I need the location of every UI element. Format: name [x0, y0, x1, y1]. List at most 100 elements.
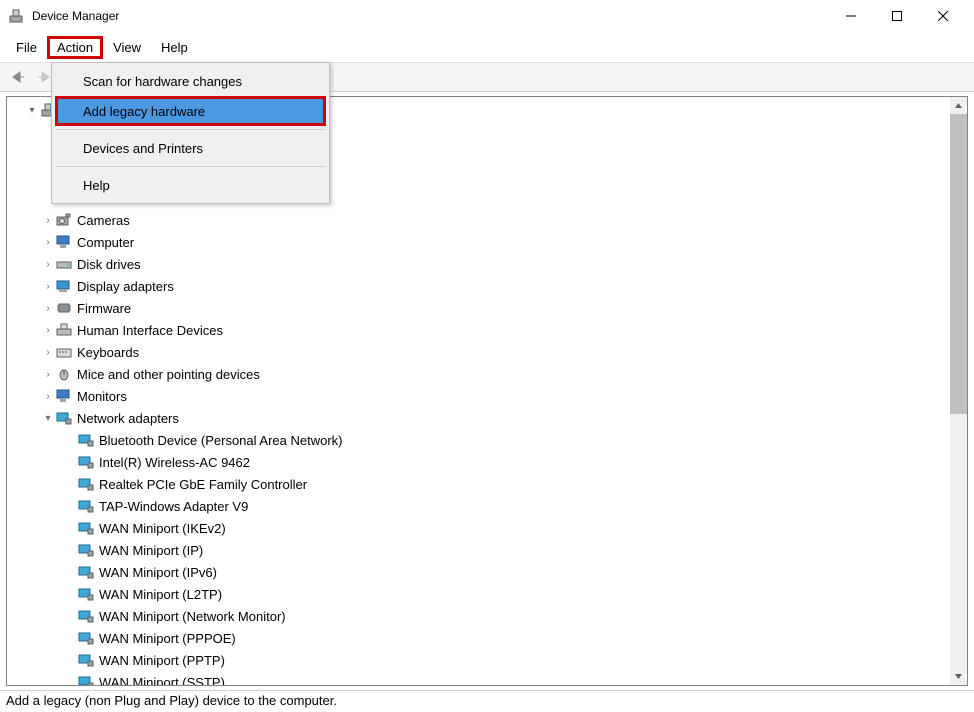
monitor-icon [55, 388, 73, 404]
tree-label: Cameras [77, 213, 130, 228]
tree-cat-monitors[interactable]: › Monitors [9, 385, 967, 407]
tree-item-network-device[interactable]: Intel(R) Wireless-AC 9462 [9, 451, 967, 473]
chevron-right-icon[interactable]: › [41, 237, 55, 248]
network-adapter-icon [77, 586, 95, 602]
tree-label: Keyboards [77, 345, 139, 360]
tree-label: WAN Miniport (SSTP) [99, 675, 225, 687]
chevron-right-icon[interactable]: › [41, 391, 55, 402]
menu-action[interactable]: Action [47, 36, 103, 59]
chevron-right-icon[interactable]: › [41, 215, 55, 226]
network-adapter-icon [55, 410, 73, 426]
tree-cat-firmware[interactable]: › Firmware [9, 297, 967, 319]
tree-label: Mice and other pointing devices [77, 367, 260, 382]
tree-item-network-device[interactable]: WAN Miniport (SSTP) [9, 671, 967, 686]
window-controls [828, 0, 966, 32]
tree-cat-mice[interactable]: › Mice and other pointing devices [9, 363, 967, 385]
firmware-icon [55, 300, 73, 316]
menubar: File Action View Help [0, 32, 974, 62]
mouse-icon [55, 366, 73, 382]
close-button[interactable] [920, 0, 966, 32]
network-adapter-icon [77, 476, 95, 492]
chevron-right-icon[interactable]: › [41, 259, 55, 270]
tree-item-network-device[interactable]: WAN Miniport (L2TP) [9, 583, 967, 605]
scroll-down-arrow[interactable] [950, 668, 967, 685]
chevron-right-icon[interactable]: › [41, 325, 55, 336]
tree-label: WAN Miniport (PPTP) [99, 653, 225, 668]
app-icon [8, 8, 24, 24]
tree-label: Display adapters [77, 279, 174, 294]
tree-label: Bluetooth Device (Personal Area Network) [99, 433, 343, 448]
network-adapter-icon [77, 564, 95, 580]
maximize-button[interactable] [874, 0, 920, 32]
menu-help[interactable]: Help [151, 36, 198, 59]
network-adapter-icon [77, 498, 95, 514]
tree-item-network-device[interactable]: WAN Miniport (IP) [9, 539, 967, 561]
tree-label: Human Interface Devices [77, 323, 223, 338]
menu-devices-printers[interactable]: Devices and Printers [55, 133, 326, 163]
tree-item-network-device[interactable]: WAN Miniport (PPTP) [9, 649, 967, 671]
network-adapter-icon [77, 608, 95, 624]
network-adapter-icon [77, 652, 95, 668]
action-menu-dropdown: Scan for hardware changes Add legacy har… [51, 62, 330, 204]
menu-sep [56, 166, 325, 167]
chevron-right-icon[interactable]: › [41, 303, 55, 314]
network-adapter-icon [77, 520, 95, 536]
tree-label: Disk drives [77, 257, 141, 272]
disk-icon [55, 256, 73, 272]
menu-add-legacy-hardware[interactable]: Add legacy hardware [55, 96, 326, 126]
tree-label: WAN Miniport (L2TP) [99, 587, 222, 602]
tree-label: Firmware [77, 301, 131, 316]
tree-label: Computer [77, 235, 134, 250]
menu-sep [56, 129, 325, 130]
tree-label: TAP-Windows Adapter V9 [99, 499, 248, 514]
computer-icon [55, 234, 73, 250]
camera-icon [55, 212, 73, 228]
titlebar: Device Manager [0, 0, 974, 32]
chevron-right-icon[interactable]: › [41, 369, 55, 380]
menu-scan-hardware[interactable]: Scan for hardware changes [55, 66, 326, 96]
chevron-right-icon[interactable]: › [41, 281, 55, 292]
tree-item-network-device[interactable]: Bluetooth Device (Personal Area Network) [9, 429, 967, 451]
chevron-down-icon[interactable]: ▾ [41, 413, 55, 424]
scroll-thumb[interactable] [950, 114, 967, 414]
menu-view[interactable]: View [103, 36, 151, 59]
tree-label: WAN Miniport (Network Monitor) [99, 609, 286, 624]
network-adapter-icon [77, 630, 95, 646]
network-adapter-icon [77, 454, 95, 470]
tree-label: Network adapters [77, 411, 179, 426]
tree-label: WAN Miniport (IKEv2) [99, 521, 226, 536]
tree-item-network-device[interactable]: WAN Miniport (PPPOE) [9, 627, 967, 649]
tree-cat-computer[interactable]: › Computer [9, 231, 967, 253]
network-adapter-icon [77, 432, 95, 448]
tree-label: WAN Miniport (PPPOE) [99, 631, 236, 646]
keyboard-icon [55, 344, 73, 360]
tree-cat-keyboards[interactable]: › Keyboards [9, 341, 967, 363]
tree-label: WAN Miniport (IPv6) [99, 565, 217, 580]
statusbar: Add a legacy (non Plug and Play) device … [0, 690, 974, 712]
minimize-button[interactable] [828, 0, 874, 32]
menu-file[interactable]: File [6, 36, 47, 59]
back-button[interactable] [6, 65, 30, 89]
tree-item-network-device[interactable]: WAN Miniport (Network Monitor) [9, 605, 967, 627]
network-adapter-icon [77, 674, 95, 686]
tree-cat-display[interactable]: › Display adapters [9, 275, 967, 297]
chevron-down-icon[interactable]: ▾ [25, 105, 39, 116]
tree-cat-cameras[interactable]: › Cameras [9, 209, 967, 231]
menu-help[interactable]: Help [55, 170, 326, 200]
tree-cat-hid[interactable]: › Human Interface Devices [9, 319, 967, 341]
tree-item-network-device[interactable]: WAN Miniport (IKEv2) [9, 517, 967, 539]
tree-label: WAN Miniport (IP) [99, 543, 203, 558]
network-adapter-icon [77, 542, 95, 558]
tree-item-network-device[interactable]: Realtek PCIe GbE Family Controller [9, 473, 967, 495]
tree-item-network-device[interactable]: WAN Miniport (IPv6) [9, 561, 967, 583]
tree-label: Monitors [77, 389, 127, 404]
tree-cat-network[interactable]: ▾ Network adapters [9, 407, 967, 429]
hid-icon [55, 322, 73, 338]
scrollbar[interactable] [950, 97, 967, 685]
window-title: Device Manager [32, 9, 828, 23]
display-adapter-icon [55, 278, 73, 294]
chevron-right-icon[interactable]: › [41, 347, 55, 358]
scroll-up-arrow[interactable] [950, 97, 967, 114]
tree-cat-disk[interactable]: › Disk drives [9, 253, 967, 275]
tree-item-network-device[interactable]: TAP-Windows Adapter V9 [9, 495, 967, 517]
